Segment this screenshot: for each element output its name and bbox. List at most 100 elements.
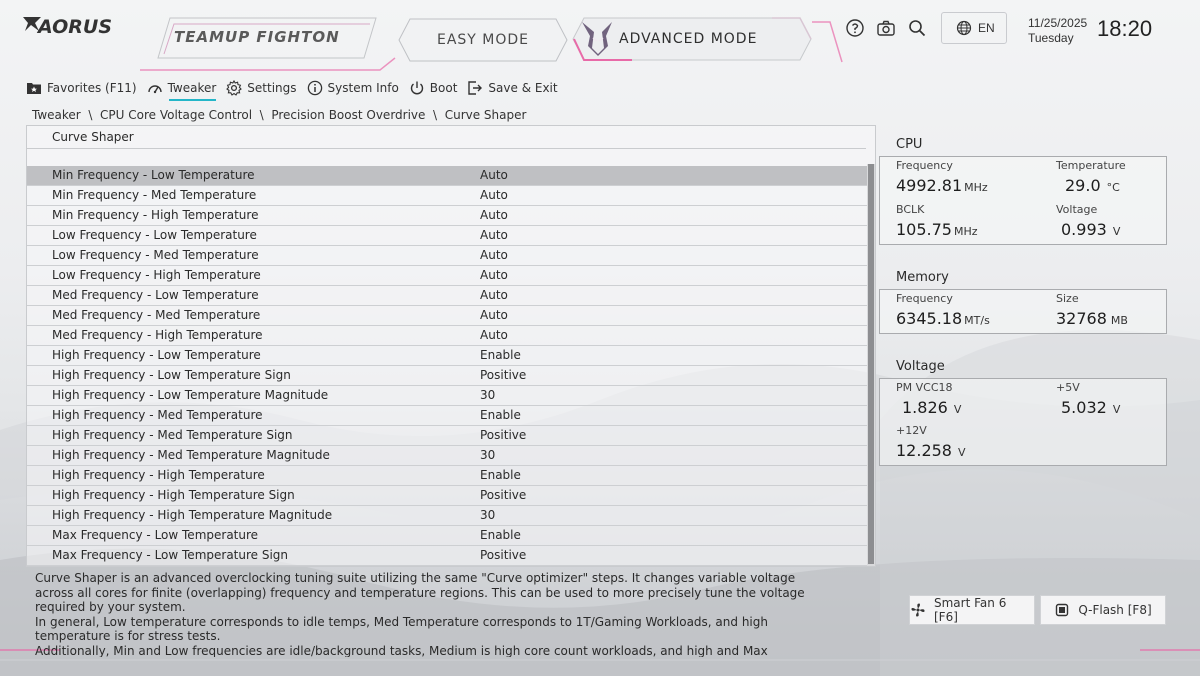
setting-value[interactable]: Auto	[480, 208, 508, 222]
qflash-button[interactable]: Q-Flash [F8]	[1040, 595, 1166, 625]
setting-row[interactable]: Min Frequency - High Temperature Auto	[27, 206, 868, 226]
setting-value[interactable]: Positive	[480, 548, 526, 562]
cpu-monitor-box: Frequency 4992.81 MHz Temperature 29.0 °C …	[879, 156, 1167, 245]
setting-value[interactable]: Auto	[480, 268, 508, 282]
setting-value[interactable]: Enable	[480, 348, 521, 362]
cpu-monitor-title: CPU	[896, 137, 923, 152]
pm-vcc18-label: PM VCC18	[896, 381, 953, 394]
exit-icon	[468, 81, 483, 95]
setting-value[interactable]: Auto	[480, 188, 508, 202]
pm-vcc18-unit: V	[953, 403, 962, 416]
cpu-frequency-unit: MHz	[964, 181, 988, 194]
setting-row[interactable]: High Frequency - High Temperature Enable	[27, 466, 868, 486]
easy-mode-label: EASY MODE	[436, 32, 530, 48]
top-header: AORUS TEAMUP FIGHTON EASY MODE ADVANCED …	[0, 0, 1200, 74]
advanced-mode-button[interactable]: ADVANCED MODE	[572, 16, 812, 62]
star-folder-icon	[27, 83, 41, 94]
nav-settings[interactable]: Settings	[226, 80, 297, 98]
memory-monitor-box: Frequency 6345.18 MT/s Size 32768 MB	[879, 289, 1167, 334]
language-label: EN	[978, 21, 995, 35]
date-text: 11/25/2025	[1028, 16, 1088, 30]
setting-value[interactable]: Positive	[480, 368, 526, 382]
nav-system-info-label: System Info	[327, 81, 399, 95]
setting-value[interactable]: Enable	[480, 408, 521, 422]
setting-row[interactable]: High Frequency - Med Temperature Enable	[27, 406, 868, 426]
setting-row[interactable]: High Frequency - Low Temperature Magnitu…	[27, 386, 868, 406]
setting-row[interactable]: High Frequency - High Temperature Sign Po…	[27, 486, 868, 506]
setting-value[interactable]: Auto	[480, 308, 508, 322]
setting-row[interactable]: Low Frequency - High Temperature Auto	[27, 266, 868, 286]
setting-row[interactable]: Max Frequency - Low Temperature Enable	[27, 526, 868, 546]
setting-row[interactable]: High Frequency - Med Temperature Sign Pos…	[27, 426, 868, 446]
nav-settings-label: Settings	[247, 81, 297, 95]
setting-row[interactable]: Med Frequency - Med Temperature Auto	[27, 306, 868, 326]
nav-boot-label: Boot	[429, 81, 458, 95]
setting-label: High Frequency - Low Temperature Magnitu…	[52, 388, 329, 402]
nav-system-info[interactable]: System Info	[307, 80, 399, 98]
memory-size-value: 32768 MB	[1056, 309, 1128, 328]
setting-label: Med Frequency - Med Temperature	[52, 308, 261, 322]
nav-tweaker[interactable]: Tweaker	[147, 80, 216, 101]
setting-value[interactable]: Auto	[480, 328, 508, 342]
nav-boot[interactable]: Boot	[409, 80, 458, 98]
easy-mode-button[interactable]: EASY MODE	[398, 18, 568, 62]
setting-row[interactable]: Med Frequency - Low Temperature Auto	[27, 286, 868, 306]
p12v-value: 12.258 V	[896, 441, 966, 460]
setting-row[interactable]: Med Frequency - High Temperature Auto	[27, 326, 868, 346]
cpu-temperature-value: 29.0 °C	[1065, 176, 1120, 195]
settings-scrollbar[interactable]	[867, 164, 875, 566]
setting-value[interactable]: Enable	[480, 528, 521, 542]
setting-value[interactable]: Positive	[480, 488, 526, 502]
cpu-temperature-number: 29.0	[1065, 176, 1101, 195]
nav-favorites[interactable]: Favorites (F11)	[26, 80, 137, 98]
smart-fan-button[interactable]: Smart Fan 6 [F6]	[909, 595, 1035, 625]
help-icon[interactable]	[845, 18, 865, 38]
setting-row[interactable]: Low Frequency - Low Temperature Auto	[27, 226, 868, 246]
setting-value[interactable]: Auto	[480, 228, 508, 242]
scrollbar-thumb[interactable]	[868, 164, 874, 564]
setting-value[interactable]: 30	[480, 508, 495, 522]
setting-row[interactable]: Min Frequency - Med Temperature Auto	[27, 186, 868, 206]
setting-label: Low Frequency - Low Temperature	[52, 228, 257, 242]
language-selector[interactable]: EN	[941, 12, 1007, 44]
setting-label: High Frequency - High Temperature Sign	[52, 488, 295, 502]
weekday-text: Tuesday	[1028, 31, 1074, 45]
setting-value[interactable]: Auto	[480, 288, 508, 302]
settings-panel: Curve Shaper Min Frequency - Low Tempera…	[26, 125, 876, 567]
memory-frequency-unit: MT/s	[964, 314, 990, 327]
nav-save-exit[interactable]: Save & Exit	[467, 80, 558, 98]
setting-row[interactable]: Max Frequency - Low Temperature Sign Posi…	[27, 546, 868, 566]
setting-row[interactable]: Low Frequency - Med Temperature Auto	[27, 246, 868, 266]
clock: 18:20	[1097, 16, 1153, 41]
setting-row[interactable]: High Frequency - High Temperature Magnit…	[27, 506, 868, 526]
gear-icon	[226, 80, 243, 96]
setting-label: High Frequency - Low Temperature	[52, 348, 261, 362]
setting-value[interactable]: Auto	[480, 248, 508, 262]
setting-value[interactable]: 30	[480, 388, 495, 402]
setting-value[interactable]: Enable	[480, 468, 521, 482]
setting-row[interactable]: Min Frequency - Low Temperature Auto	[27, 166, 868, 186]
p12v-label: +12V	[896, 424, 927, 437]
fan-icon	[911, 603, 925, 617]
camera-icon[interactable]	[876, 18, 896, 38]
setting-value[interactable]: 30	[480, 448, 495, 462]
nav-favorites-label: Favorites (F11)	[47, 81, 137, 95]
setting-row[interactable]: High Frequency - Med Temperature Magnitu…	[27, 446, 868, 466]
section-divider	[27, 148, 866, 149]
team-badge: TEAMUP FIGHTON	[174, 28, 340, 46]
setting-label: High Frequency - Med Temperature Sign	[52, 428, 293, 442]
cpu-voltage-number: 0.993	[1061, 220, 1107, 239]
setting-value[interactable]: Auto	[480, 168, 508, 182]
search-icon[interactable]	[907, 18, 927, 38]
memory-size-label: Size	[1056, 292, 1079, 305]
p5v-number: 5.032	[1061, 398, 1107, 417]
setting-row[interactable]: High Frequency - Low Temperature Enable	[27, 346, 868, 366]
date-display: 11/25/2025 Tuesday	[1028, 16, 1087, 46]
settings-list: Min Frequency - Low Temperature Auto Min F…	[27, 166, 868, 566]
description-paragraph: Curve Shaper is an advanced overclocking…	[35, 571, 805, 615]
globe-icon	[956, 20, 972, 36]
setting-row[interactable]: High Frequency - Low Temperature Sign Pos…	[27, 366, 868, 386]
setting-label: Low Frequency - Med Temperature	[52, 248, 259, 262]
setting-value[interactable]: Positive	[480, 428, 526, 442]
setting-label: Low Frequency - High Temperature	[52, 268, 261, 282]
